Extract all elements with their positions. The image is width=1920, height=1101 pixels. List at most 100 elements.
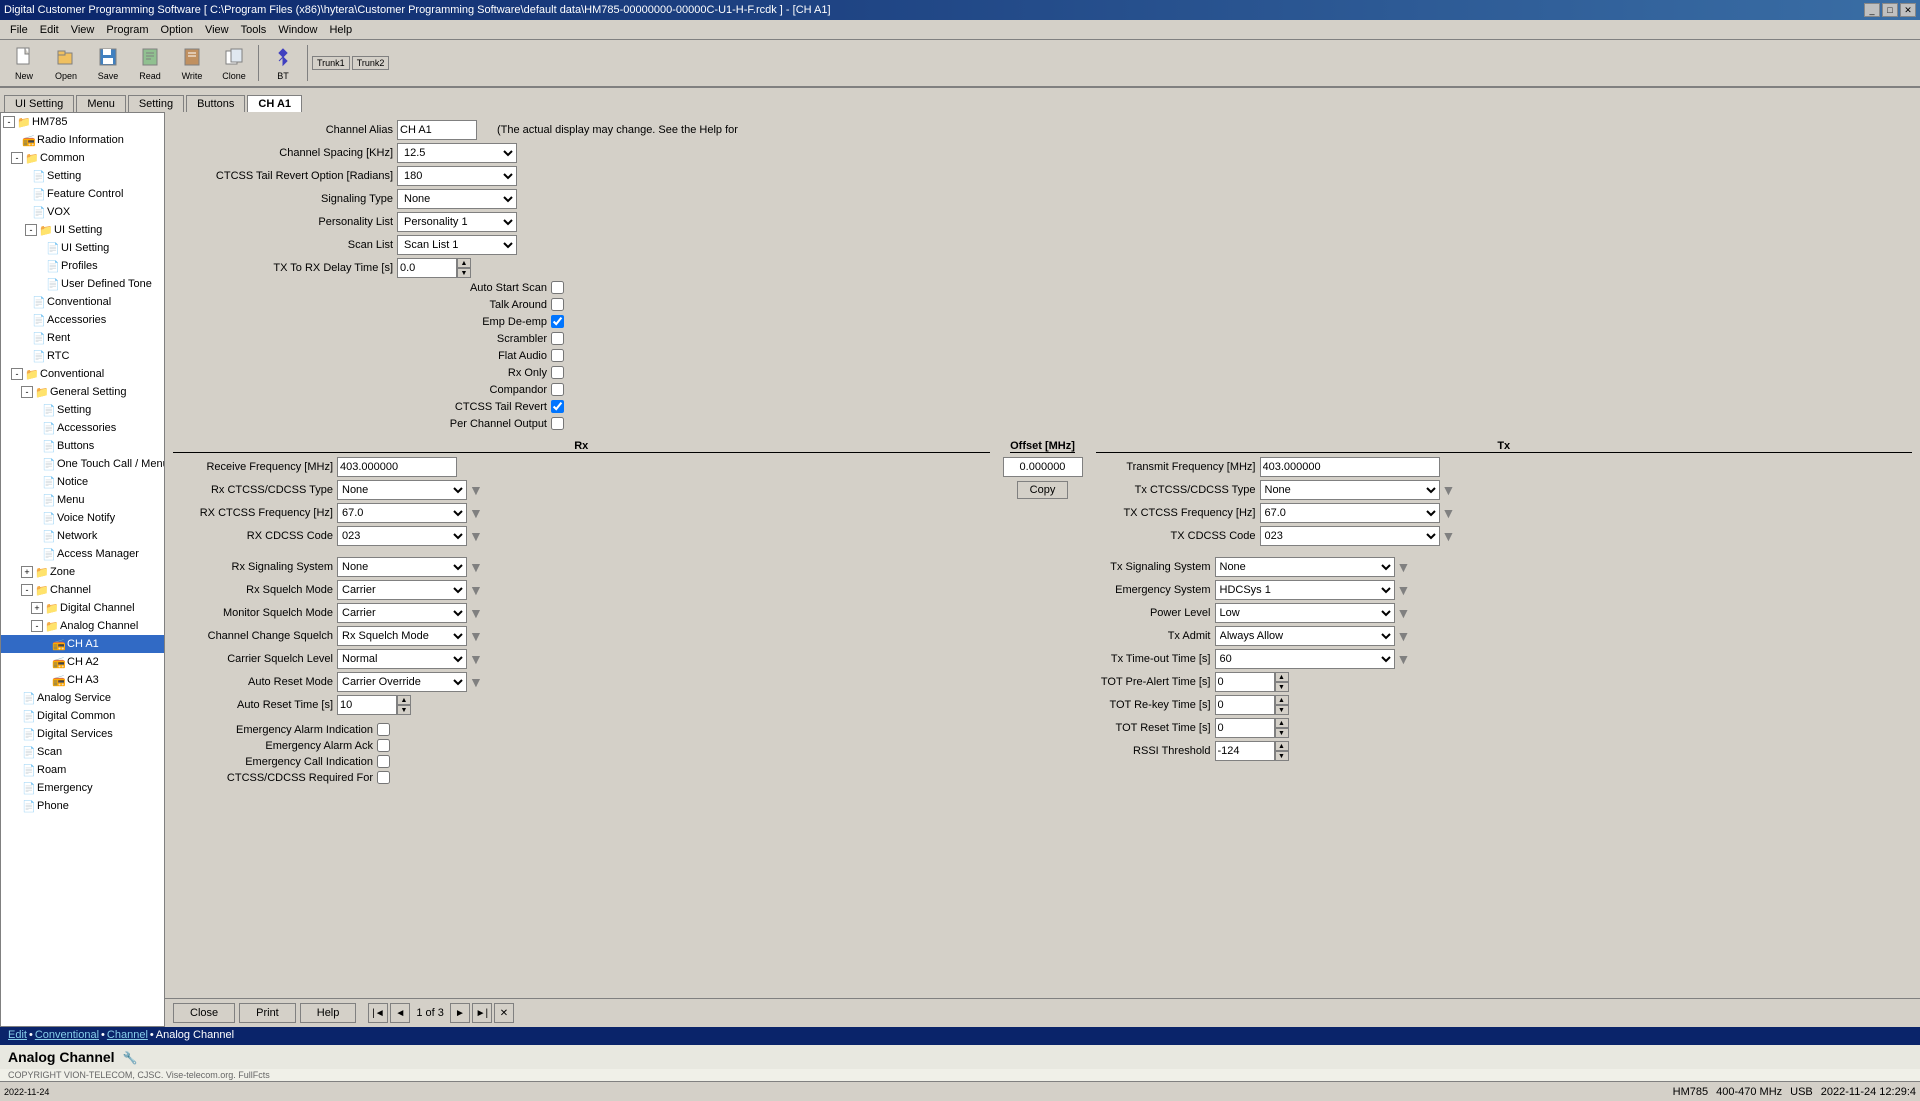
- tx-cdcss-select[interactable]: 023: [1260, 526, 1440, 546]
- rssi-threshold-down[interactable]: ▼: [1275, 751, 1289, 761]
- auto-reset-time-up[interactable]: ▲: [397, 695, 411, 705]
- ctcss-cdcss-req-checkbox[interactable]: [377, 771, 390, 784]
- tree-digital-common[interactable]: 📄 Digital Common: [1, 707, 164, 725]
- tree-profiles[interactable]: 📄 Profiles: [1, 257, 164, 275]
- tx-timeout-dropdown-icon[interactable]: ▼: [1397, 651, 1411, 667]
- rx-squelch-dropdown-icon[interactable]: ▼: [469, 582, 483, 598]
- trunk2-button[interactable]: Trunk2: [352, 56, 390, 70]
- tree-ch-a2[interactable]: 📻 CH A2: [1, 653, 164, 671]
- monitor-squelch-dropdown-icon[interactable]: ▼: [469, 605, 483, 621]
- compandor-checkbox[interactable]: [551, 383, 564, 396]
- tree-roam[interactable]: 📄 Roam: [1, 761, 164, 779]
- emergency-alarm-ack-checkbox[interactable]: [377, 739, 390, 752]
- rx-squelch-select[interactable]: Carrier: [337, 580, 467, 600]
- toolbar-bt-button[interactable]: BT: [263, 43, 303, 83]
- signaling-type-select[interactable]: None: [397, 189, 517, 209]
- tx-admit-select[interactable]: Always Allow: [1215, 626, 1395, 646]
- tree-menu[interactable]: 📄 Menu: [1, 491, 164, 509]
- talk-around-checkbox[interactable]: [551, 298, 564, 311]
- tree-ch-a3[interactable]: 📻 CH A3: [1, 671, 164, 689]
- tree-vox[interactable]: 📄 VOX: [1, 203, 164, 221]
- tree-ui-setting-folder[interactable]: - 📁 UI Setting: [1, 221, 164, 239]
- tree-phone[interactable]: 📄 Phone: [1, 797, 164, 815]
- minimize-button[interactable]: _: [1864, 3, 1880, 17]
- tx-ctcss-select[interactable]: None: [1260, 480, 1440, 500]
- menu-file[interactable]: File: [4, 22, 34, 38]
- tree-radio-info[interactable]: 📻 Radio Information: [1, 131, 164, 149]
- tx-cdcss-dropdown-icon[interactable]: ▼: [1442, 528, 1456, 544]
- tree-analog-service[interactable]: 📄 Analog Service: [1, 689, 164, 707]
- menu-tools[interactable]: Tools: [235, 22, 273, 38]
- tree-feature-control[interactable]: 📄 Feature Control: [1, 185, 164, 203]
- tot-rekey-down[interactable]: ▼: [1275, 705, 1289, 715]
- rx-cdcss-select[interactable]: 023: [337, 526, 467, 546]
- tree-conventional-item[interactable]: 📄 Conventional: [1, 293, 164, 311]
- tree-voice-notify[interactable]: 📄 Voice Notify: [1, 509, 164, 527]
- tx-ctcss-freq-dropdown-icon[interactable]: ▼: [1442, 505, 1456, 521]
- tree-channel[interactable]: - 📁 Channel: [1, 581, 164, 599]
- menu-view[interactable]: View: [65, 22, 101, 38]
- tree-buttons[interactable]: 📄 Buttons: [1, 437, 164, 455]
- rx-ctcss-freq-select[interactable]: 67.0: [337, 503, 467, 523]
- next-page-button[interactable]: ►: [450, 1003, 470, 1023]
- analog-heading-icon[interactable]: 🔧: [122, 1051, 137, 1065]
- tx-ctcss-freq-select[interactable]: 67.0: [1260, 503, 1440, 523]
- per-channel-output-checkbox[interactable]: [551, 417, 564, 430]
- tree-common[interactable]: - 📁 Common: [1, 149, 164, 167]
- tree-setting[interactable]: 📄 Setting: [1, 167, 164, 185]
- tx-signaling-dropdown-icon[interactable]: ▼: [1397, 559, 1411, 575]
- tree-gen-setting[interactable]: 📄 Setting: [1, 401, 164, 419]
- tree-user-defined-tone[interactable]: 📄 User Defined Tone: [1, 275, 164, 293]
- channel-spacing-select[interactable]: 12.5 25: [397, 143, 517, 163]
- power-level-select[interactable]: Low: [1215, 603, 1395, 623]
- tot-pre-alert-down[interactable]: ▼: [1275, 682, 1289, 692]
- auto-reset-mode-dropdown-icon[interactable]: ▼: [469, 674, 483, 690]
- tot-reset-up[interactable]: ▲: [1275, 718, 1289, 728]
- tab-ch-a1[interactable]: CH A1: [247, 95, 302, 112]
- carrier-squelch-select[interactable]: Normal: [337, 649, 467, 669]
- tree-accessories[interactable]: 📄 Accessories: [1, 311, 164, 329]
- scrambler-checkbox[interactable]: [551, 332, 564, 345]
- tree-access-manager[interactable]: 📄 Access Manager: [1, 545, 164, 563]
- offset-input[interactable]: [1003, 457, 1083, 477]
- toolbar-open-button[interactable]: Open: [46, 43, 86, 83]
- toolbar-new-button[interactable]: New: [4, 43, 44, 83]
- tx-timeout-select[interactable]: 60: [1215, 649, 1395, 669]
- auto-reset-mode-select[interactable]: Carrier Override: [337, 672, 467, 692]
- channel-change-dropdown-icon[interactable]: ▼: [469, 628, 483, 644]
- menu-option[interactable]: Option: [155, 22, 199, 38]
- toolbar-read-button[interactable]: Read: [130, 43, 170, 83]
- prev-page-button[interactable]: ◄: [390, 1003, 410, 1023]
- flat-audio-checkbox[interactable]: [551, 349, 564, 362]
- menu-window[interactable]: Window: [272, 22, 323, 38]
- emergency-alarm-ind-checkbox[interactable]: [377, 723, 390, 736]
- tree-scan[interactable]: 📄 Scan: [1, 743, 164, 761]
- breadcrumb-conventional[interactable]: Conventional: [35, 1029, 99, 1041]
- rssi-threshold-up[interactable]: ▲: [1275, 741, 1289, 751]
- tree-one-touch[interactable]: 📄 One Touch Call / Menu: [1, 455, 164, 473]
- personality-list-select[interactable]: Personality 1: [397, 212, 517, 232]
- rx-freq-input[interactable]: [337, 457, 457, 477]
- rx-ctcss-select[interactable]: None: [337, 480, 467, 500]
- tree-emergency[interactable]: 📄 Emergency: [1, 779, 164, 797]
- tx-admit-dropdown-icon[interactable]: ▼: [1397, 628, 1411, 644]
- tree-ui-setting-item[interactable]: 📄 UI Setting: [1, 239, 164, 257]
- root-expand-icon[interactable]: -: [3, 116, 15, 128]
- copy-button[interactable]: Copy: [1017, 481, 1069, 499]
- toolbar-save-button[interactable]: Save: [88, 43, 128, 83]
- cancel-page-button[interactable]: ✕: [494, 1003, 514, 1023]
- rx-ctcss-dropdown-icon[interactable]: ▼: [469, 482, 483, 498]
- analog-channel-expand-icon[interactable]: -: [31, 620, 43, 632]
- auto-start-scan-checkbox[interactable]: [551, 281, 564, 294]
- tx-rx-delay-input[interactable]: [397, 258, 457, 278]
- emergency-system-select[interactable]: HDCSys 1: [1215, 580, 1395, 600]
- tree-rent[interactable]: 📄 Rent: [1, 329, 164, 347]
- tree-conventional-folder[interactable]: - 📁 Conventional: [1, 365, 164, 383]
- print-button[interactable]: Print: [239, 1003, 296, 1023]
- ui-setting-expand-icon[interactable]: -: [25, 224, 37, 236]
- tot-rekey-up[interactable]: ▲: [1275, 695, 1289, 705]
- channel-expand-icon[interactable]: -: [21, 584, 33, 596]
- rx-only-checkbox[interactable]: [551, 366, 564, 379]
- common-expand-icon[interactable]: -: [11, 152, 23, 164]
- rx-ctcss-freq-dropdown-icon[interactable]: ▼: [469, 505, 483, 521]
